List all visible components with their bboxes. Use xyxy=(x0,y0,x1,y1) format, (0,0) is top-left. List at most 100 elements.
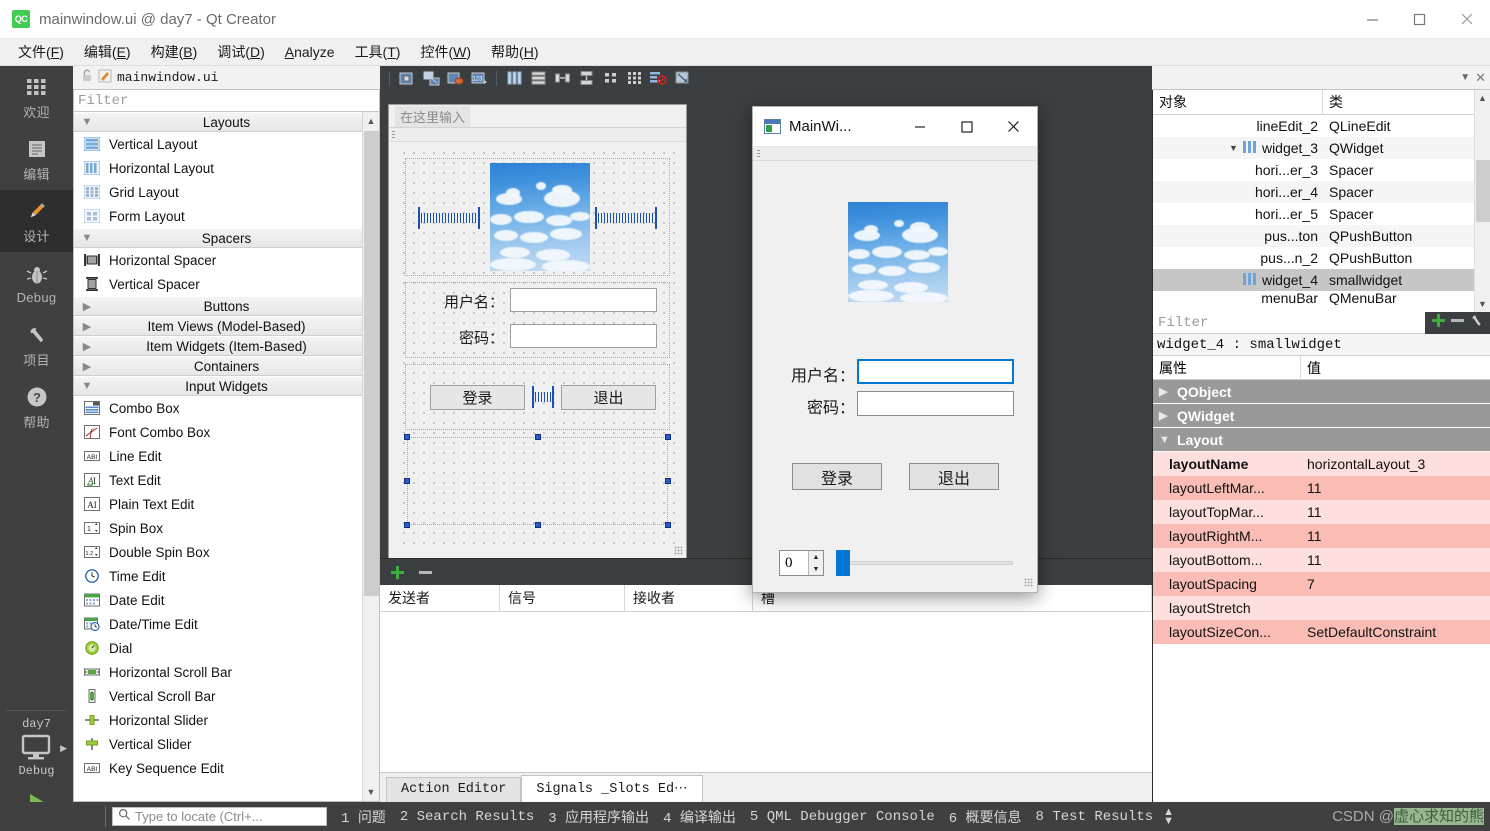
form-login-button[interactable]: 登录 xyxy=(430,385,525,410)
widget-double-spin-box[interactable]: 1.2 Double Spin Box xyxy=(74,540,379,564)
property-row-layoutStretch[interactable]: layoutStretch xyxy=(1153,596,1490,620)
scroll-up-arrow[interactable]: ▲ xyxy=(1475,90,1490,106)
sky-clouds-image[interactable] xyxy=(490,163,590,271)
form-selected-widget[interactable] xyxy=(404,434,671,528)
spin-down-arrow[interactable]: ▼ xyxy=(809,563,823,575)
mode-projects[interactable]: 项目 xyxy=(0,314,73,376)
property-value[interactable]: SetDefaultConstraint xyxy=(1301,620,1490,644)
minimize-icon[interactable] xyxy=(896,107,943,147)
minimize-icon[interactable] xyxy=(1349,0,1396,39)
menu-edit[interactable]: 编辑(E) xyxy=(74,39,141,65)
mode-help[interactable]: ? 帮助 xyxy=(0,376,73,438)
widget-box-scrollbar[interactable]: ▲ ▼ xyxy=(362,112,379,801)
designed-form[interactable]: 在这里输入 用户名： 密码： 登录 退出 xyxy=(388,104,687,558)
tab-signals-slots-editor[interactable]: Signals _Slots Ed⋯ xyxy=(521,775,703,802)
mode-design[interactable]: 设计 xyxy=(0,190,73,252)
widget-dial[interactable]: Dial xyxy=(74,636,379,660)
widget-horizontal-layout[interactable]: Horizontal Layout xyxy=(74,156,379,180)
preview-window[interactable]: MainWi... 用户名： 密码： 登录 退出 0 ▲ ▼ xyxy=(752,106,1038,593)
object-row-menubar[interactable]: menuBar QMenuBar xyxy=(1153,291,1490,305)
plus-icon[interactable] xyxy=(388,563,406,581)
form-menubar[interactable]: 在这里输入 xyxy=(389,105,686,128)
form-password-input[interactable] xyxy=(510,324,657,348)
resize-handle[interactable] xyxy=(665,478,671,484)
maximize-icon[interactable] xyxy=(943,107,990,147)
object-row-spacer-4[interactable]: hori...er_4 Spacer xyxy=(1153,181,1490,203)
menu-analyze[interactable]: Analyze xyxy=(275,41,345,63)
layout-horizontal-icon[interactable] xyxy=(504,69,524,87)
menu-file[interactable]: 文件(F) xyxy=(8,39,74,65)
close-icon[interactable] xyxy=(1443,0,1490,39)
object-row-spacer-3[interactable]: hori...er_3 Spacer xyxy=(1153,159,1490,181)
scrollbar-thumb[interactable] xyxy=(364,131,379,596)
minus-icon[interactable] xyxy=(416,563,434,581)
edit-widgets-icon[interactable] xyxy=(397,69,417,87)
widget-spin-box[interactable]: 1 Spin Box xyxy=(74,516,379,540)
property-value[interactable]: horizontalLayout_3 xyxy=(1301,452,1490,476)
property-value[interactable]: 11 xyxy=(1301,548,1490,572)
property-row-layoutLeftMargin[interactable]: layoutLeftMar... 11 xyxy=(1153,476,1490,500)
form-fields-row[interactable]: 用户名： 密码： xyxy=(405,282,670,358)
widget-date-time-edit[interactable]: Date/Time Edit xyxy=(74,612,379,636)
wrench-icon[interactable] xyxy=(1469,313,1484,333)
property-group-qobject[interactable]: ▶ QObject xyxy=(1153,380,1490,404)
layout-splitter-h-icon[interactable] xyxy=(552,69,572,87)
preview-username-input[interactable] xyxy=(857,359,1014,384)
maximize-icon[interactable] xyxy=(1396,0,1443,39)
edit-buddies-icon[interactable] xyxy=(445,69,465,87)
column-object[interactable]: 对象 xyxy=(1153,90,1323,114)
widget-vertical-scroll-bar[interactable]: Vertical Scroll Bar xyxy=(74,684,379,708)
property-row-layoutRightMargin[interactable]: layoutRightM... 11 xyxy=(1153,524,1490,548)
mode-debug[interactable]: Debug xyxy=(0,252,73,314)
column-property[interactable]: 属性 xyxy=(1153,356,1301,379)
output-pane-2[interactable]: 2 Search Results xyxy=(400,809,534,825)
resize-handle[interactable] xyxy=(665,522,671,528)
close-icon[interactable] xyxy=(990,107,1037,147)
edit-tab-order-icon[interactable]: 123 xyxy=(469,69,489,87)
preview-spin-box-value[interactable]: 0 xyxy=(780,551,808,575)
output-pane-8[interactable]: 8 Test Results xyxy=(1036,809,1154,825)
layout-splitter-v-icon[interactable] xyxy=(576,69,596,87)
widget-plain-text-edit[interactable]: AI Plain Text Edit xyxy=(74,492,379,516)
resize-handle[interactable] xyxy=(404,478,410,484)
widget-line-edit[interactable]: ABI Line Edit xyxy=(74,444,379,468)
property-value[interactable]: 7 xyxy=(1301,572,1490,596)
locator-input[interactable]: Type to locate (Ctrl+... xyxy=(112,807,327,826)
property-value[interactable]: 11 xyxy=(1301,500,1490,524)
widget-vertical-spacer[interactable]: Vertical Spacer xyxy=(74,272,379,296)
column-value[interactable]: 值 xyxy=(1301,356,1490,379)
form-exit-button[interactable]: 退出 xyxy=(561,385,656,410)
preview-spin-box[interactable]: 0 ▲ ▼ xyxy=(779,550,824,576)
widget-form-layout[interactable]: Form Layout xyxy=(74,204,379,228)
object-row-spacer-5[interactable]: hori...er_5 Spacer xyxy=(1153,203,1490,225)
slider-handle[interactable] xyxy=(836,550,850,576)
widget-text-edit[interactable]: A I Text Edit xyxy=(74,468,379,492)
widget-horizontal-spacer[interactable]: Horizontal Spacer xyxy=(74,248,379,272)
widget-combo-box[interactable]: Combo Box xyxy=(74,396,379,420)
scroll-up-arrow[interactable]: ▲ xyxy=(363,112,379,130)
widget-box-filter[interactable]: Filter xyxy=(74,90,379,112)
output-pane-3[interactable]: 3 应用程序输出 xyxy=(548,807,649,827)
property-value[interactable] xyxy=(1301,596,1490,620)
preview-login-button[interactable]: 登录 xyxy=(792,463,882,490)
output-pane-4[interactable]: 4 编译输出 xyxy=(663,807,736,827)
widget-grid-layout[interactable]: Grid Layout xyxy=(74,180,379,204)
property-filter-placeholder[interactable]: Filter xyxy=(1153,315,1425,331)
object-row-lineEdit_2[interactable]: lineEdit_2 QLineEdit xyxy=(1153,115,1490,137)
unlocked-icon[interactable] xyxy=(81,69,93,86)
editor-file-tab[interactable]: mainwindow.ui xyxy=(73,69,218,87)
preview-spin-box-arrows[interactable]: ▲ ▼ xyxy=(808,551,823,575)
mode-edit[interactable]: 编辑 xyxy=(0,128,73,190)
form-spacer-left[interactable] xyxy=(418,207,480,229)
kit-selector[interactable]: day7 ▶ Debug xyxy=(0,711,73,780)
resize-handle[interactable] xyxy=(534,434,541,440)
chevron-down-icon[interactable]: ▼ xyxy=(1229,143,1238,153)
preview-horizontal-slider[interactable] xyxy=(836,550,1013,576)
spin-up-arrow[interactable]: ▲ xyxy=(809,551,823,563)
category-spacers[interactable]: ▼ Spacers xyxy=(74,228,379,248)
property-group-qwidget[interactable]: ▶ QWidget xyxy=(1153,404,1490,428)
menu-widgets[interactable]: 控件(W) xyxy=(410,39,481,65)
form-resize-grip[interactable] xyxy=(674,546,683,555)
preview-exit-button[interactable]: 退出 xyxy=(909,463,999,490)
column-sender[interactable]: 发送者 xyxy=(380,584,500,612)
